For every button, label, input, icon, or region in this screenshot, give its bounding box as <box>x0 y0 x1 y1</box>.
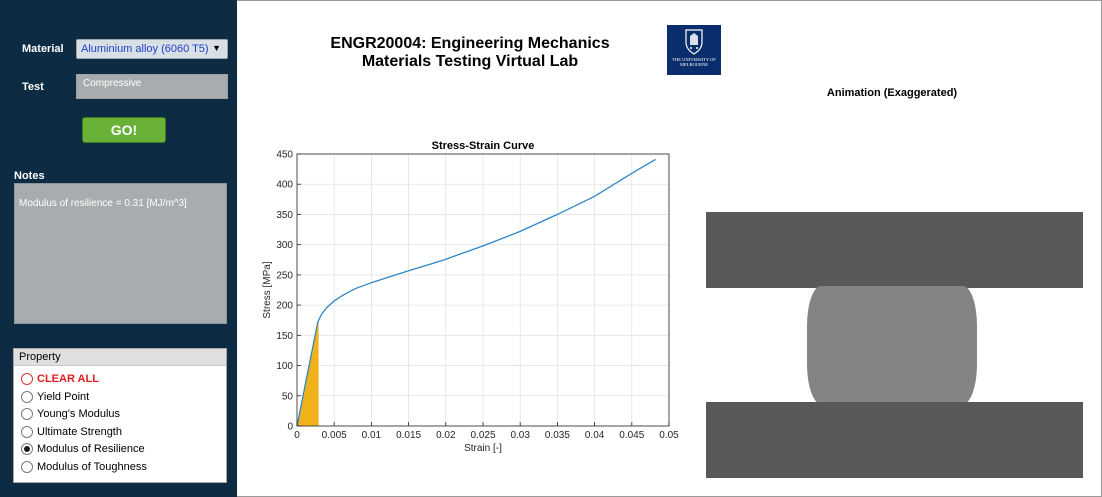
x-tick-label: 0.005 <box>322 430 347 441</box>
x-tick-label: 0.05 <box>659 430 679 441</box>
notes-label: Notes <box>14 170 45 182</box>
x-tick-label: 0.045 <box>619 430 644 441</box>
x-axis-label: Strain [-] <box>464 443 502 454</box>
compression-animation <box>706 212 1083 478</box>
caret-down-icon: ▼ <box>212 43 221 53</box>
compressed-specimen <box>807 286 977 404</box>
y-tick-label: 300 <box>276 240 293 251</box>
property-option-yield-point[interactable]: Yield Point <box>21 389 89 405</box>
page-title-line-2: Materials Testing Virtual Lab <box>361 53 579 70</box>
y-tick-label: 450 <box>276 150 293 161</box>
radio-icon[interactable] <box>21 426 33 438</box>
x-tick-label: 0.02 <box>436 430 456 441</box>
y-tick-label: 100 <box>276 361 293 372</box>
y-tick-label: 150 <box>276 331 293 342</box>
material-value: Aluminium alloy (6060 T5) <box>81 43 209 55</box>
property-option-label: Modulus of Toughness <box>37 461 147 473</box>
x-tick-label: 0.01 <box>362 430 382 441</box>
property-option-label: Young's Modulus <box>37 408 121 420</box>
page-title: ENGR20004: Engineering Mechanics Materia… <box>300 35 640 71</box>
page-title-line-1: ENGR20004: Engineering Mechanics <box>330 35 610 52</box>
logo-text: THE UNIVERSITY OF MELBOURNE <box>672 57 716 67</box>
animation-title: Animation (Exaggerated) <box>826 87 958 99</box>
chart-title: Stress-Strain Curve <box>432 140 535 152</box>
x-tick-label: 0.04 <box>585 430 605 441</box>
notes-text: Modulus of resilience = 0.31 [MJ/m^3] <box>19 198 187 209</box>
y-tick-label: 250 <box>276 270 293 281</box>
go-button[interactable]: GO! <box>82 117 166 143</box>
test-label: Test <box>22 81 44 93</box>
property-option-clear-all[interactable]: CLEAR ALL <box>21 371 99 387</box>
property-option-label: Yield Point <box>37 391 90 403</box>
property-option-ultimate-strength[interactable]: Ultimate Strength <box>21 424 122 440</box>
x-tick-label: 0.015 <box>396 430 421 441</box>
x-axis-ticks: 0 0.005 0.01 0.015 0.02 0.025 0.03 0.035 0.04 0.0… <box>294 422 679 441</box>
property-option-label: Ultimate Strength <box>37 426 122 438</box>
radio-icon[interactable] <box>21 408 33 420</box>
material-dropdown[interactable]: Aluminium alloy (6060 T5) ▼ <box>76 39 228 59</box>
material-label: Material <box>22 43 64 55</box>
top-platen <box>706 212 1083 288</box>
property-option-youngs-modulus[interactable]: Young's Modulus <box>21 406 120 422</box>
property-option-label: Modulus of Resilience <box>37 443 145 455</box>
property-option-modulus-of-resilience[interactable]: Modulus of Resilience <box>21 441 145 457</box>
crest-icon <box>685 29 703 55</box>
x-tick-label: 0.035 <box>545 430 570 441</box>
x-tick-label: 0 <box>294 430 300 441</box>
radio-icon[interactable] <box>21 391 33 403</box>
radio-icon[interactable] <box>21 443 33 455</box>
property-panel: Property CLEAR ALL Yield Point Young's M… <box>13 348 227 483</box>
y-tick-label: 0 <box>287 422 293 433</box>
y-tick-label: 350 <box>276 210 293 221</box>
test-field[interactable]: Compressive <box>76 74 228 99</box>
y-tick-label: 400 <box>276 180 293 191</box>
control-sidebar: Material Aluminium alloy (6060 T5) ▼ Tes… <box>0 0 237 497</box>
stress-strain-line <box>296 158 656 427</box>
y-axis-label: Stress [MPa] <box>262 261 273 318</box>
property-title: Property <box>14 349 226 366</box>
stress-strain-chart: 0 0.005 0.01 0.015 0.02 0.025 0.03 0.035 0.04 0.0… <box>262 140 679 454</box>
bottom-platen <box>706 402 1083 478</box>
property-option-modulus-of-toughness[interactable]: Modulus of Toughness <box>21 459 147 475</box>
radio-icon[interactable] <box>21 461 33 473</box>
y-tick-label: 200 <box>276 301 293 312</box>
y-tick-label: 50 <box>282 391 294 402</box>
university-logo: THE UNIVERSITY OF MELBOURNE <box>667 25 721 75</box>
x-tick-label: 0.03 <box>510 430 530 441</box>
notes-box: Modulus of resilience = 0.31 [MJ/m^3] <box>14 183 227 324</box>
x-tick-label: 0.025 <box>470 430 495 441</box>
property-option-label: CLEAR ALL <box>37 373 99 385</box>
radio-icon[interactable] <box>21 373 33 385</box>
